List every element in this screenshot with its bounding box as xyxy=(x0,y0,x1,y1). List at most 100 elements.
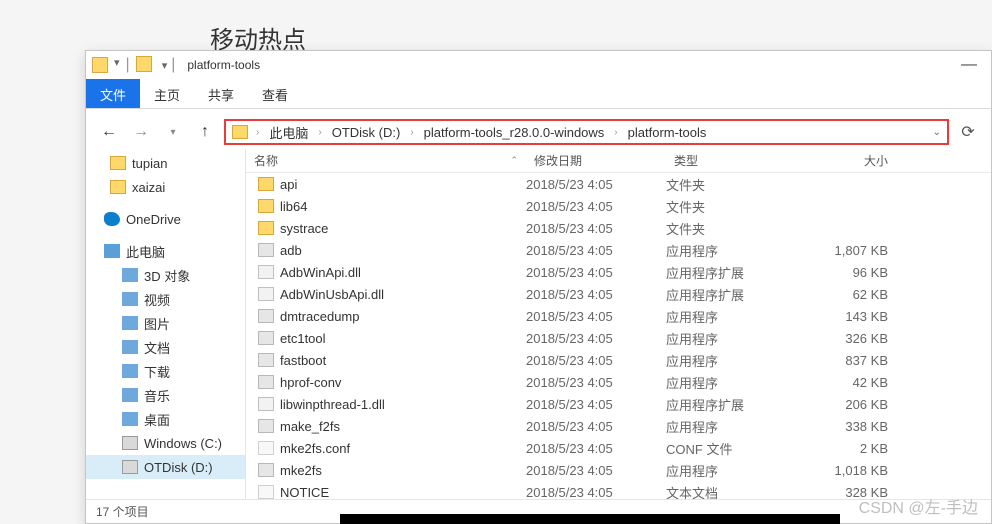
folder-icon xyxy=(110,156,126,170)
tab-file[interactable]: 文件 xyxy=(86,79,140,108)
up-button[interactable]: ↑ xyxy=(192,119,218,145)
crumb-this-pc[interactable]: 此电脑 xyxy=(263,123,314,142)
file-name: api xyxy=(280,177,297,192)
file-row[interactable]: AdbWinApi.dll2018/5/23 4:05应用程序扩展96 KB xyxy=(246,261,991,283)
crumb-folder[interactable]: platform-tools xyxy=(622,125,713,140)
tab-home[interactable]: 主页 xyxy=(140,79,194,108)
file-date: 2018/5/23 4:05 xyxy=(526,287,666,302)
sidebar-label: 此电脑 xyxy=(126,242,165,261)
file-name: dmtracedump xyxy=(280,309,359,324)
chevron-down-icon[interactable]: ⌄ xyxy=(933,127,941,138)
sidebar-label: 音乐 xyxy=(144,386,170,405)
col-modified[interactable]: 修改日期 xyxy=(526,152,666,169)
file-date: 2018/5/23 4:05 xyxy=(526,199,666,214)
file-row[interactable]: lib642018/5/23 4:05文件夹 xyxy=(246,195,991,217)
sidebar-item-this-pc[interactable]: 此电脑 xyxy=(86,239,245,263)
breadcrumb[interactable]: › 此电脑 › OTDisk (D:) › platform-tools_r28… xyxy=(224,119,949,145)
chevron-right-icon[interactable]: › xyxy=(254,127,261,138)
file-row[interactable]: systrace2018/5/23 4:05文件夹 xyxy=(246,217,991,239)
file-row[interactable]: fastboot2018/5/23 4:05应用程序837 KB xyxy=(246,349,991,371)
sidebar: tupian xaizai OneDrive 此电脑 3D 对象 视频 图片 文… xyxy=(86,149,246,499)
sidebar-item-otdisk[interactable]: OTDisk (D:) xyxy=(86,455,245,479)
sidebar-label: 桌面 xyxy=(144,410,170,429)
folder-icon xyxy=(92,57,108,73)
drive-icon xyxy=(122,460,138,474)
chevron-right-icon[interactable]: › xyxy=(612,127,619,138)
refresh-button[interactable]: ⟳ xyxy=(955,119,981,145)
sort-indicator: ⌃ xyxy=(510,155,518,166)
file-date: 2018/5/23 4:05 xyxy=(526,177,666,192)
tab-share[interactable]: 共享 xyxy=(194,79,248,108)
file-row[interactable]: adb2018/5/23 4:05应用程序1,807 KB xyxy=(246,239,991,261)
file-row[interactable]: api2018/5/23 4:05文件夹 xyxy=(246,173,991,195)
file-row[interactable]: hprof-conv2018/5/23 4:05应用程序42 KB xyxy=(246,371,991,393)
file-date: 2018/5/23 4:05 xyxy=(526,485,666,500)
qat-icon[interactable]: ▾ xyxy=(114,56,120,74)
sidebar-item-windows-c[interactable]: Windows (C:) xyxy=(86,431,245,455)
3d-icon xyxy=(122,268,138,282)
watermark: CSDN @左-手边 xyxy=(859,494,978,518)
file-size: 96 KB xyxy=(796,265,896,280)
txt-icon xyxy=(258,485,274,499)
col-name[interactable]: 名称⌃ xyxy=(246,152,526,169)
sidebar-item-xaizai[interactable]: xaizai xyxy=(86,175,245,199)
explorer-window: ▾ | ▾ | platform-tools — 文件 主页 共享 查看 ← →… xyxy=(85,50,992,524)
file-name: etc1tool xyxy=(280,331,326,346)
sidebar-item-onedrive[interactable]: OneDrive xyxy=(86,207,245,231)
sidebar-item-music[interactable]: 音乐 xyxy=(86,383,245,407)
chevron-right-icon[interactable]: › xyxy=(408,127,415,138)
file-name: NOTICE xyxy=(280,485,329,500)
sidebar-item-tupian[interactable]: tupian xyxy=(86,151,245,175)
file-row[interactable]: mke2fs2018/5/23 4:05应用程序1,018 KB xyxy=(246,459,991,481)
txt-icon xyxy=(258,441,274,455)
file-row[interactable]: mke2fs.conf2018/5/23 4:05CONF 文件2 KB xyxy=(246,437,991,459)
file-row[interactable]: AdbWinUsbApi.dll2018/5/23 4:05应用程序扩展62 K… xyxy=(246,283,991,305)
file-type: 应用程序 xyxy=(666,329,796,348)
sidebar-label: OneDrive xyxy=(126,212,181,227)
file-size: 42 KB xyxy=(796,375,896,390)
file-name: AdbWinUsbApi.dll xyxy=(280,287,384,302)
pictures-icon xyxy=(122,316,138,330)
file-row[interactable]: dmtracedump2018/5/23 4:05应用程序143 KB xyxy=(246,305,991,327)
file-name: mke2fs.conf xyxy=(280,441,350,456)
sidebar-item-downloads[interactable]: 下载 xyxy=(86,359,245,383)
folder-icon xyxy=(232,125,248,139)
file-date: 2018/5/23 4:05 xyxy=(526,221,666,236)
folder-icon xyxy=(110,180,126,194)
col-size[interactable]: 大小 xyxy=(796,152,896,169)
file-date: 2018/5/23 4:05 xyxy=(526,463,666,478)
file-size: 326 KB xyxy=(796,331,896,346)
chevron-right-icon[interactable]: › xyxy=(316,127,323,138)
body: tupian xaizai OneDrive 此电脑 3D 对象 视频 图片 文… xyxy=(86,149,991,499)
sidebar-item-3d[interactable]: 3D 对象 xyxy=(86,263,245,287)
separator: | xyxy=(126,56,130,74)
file-type: 应用程序 xyxy=(666,351,796,370)
sidebar-label: OTDisk (D:) xyxy=(144,460,213,475)
col-type[interactable]: 类型 xyxy=(666,152,796,169)
file-size: 338 KB xyxy=(796,419,896,434)
sidebar-item-documents[interactable]: 文档 xyxy=(86,335,245,359)
sidebar-label: xaizai xyxy=(132,180,165,195)
tab-view[interactable]: 查看 xyxy=(248,79,302,108)
back-button[interactable]: ← xyxy=(96,119,122,145)
file-row[interactable]: libwinpthread-1.dll2018/5/23 4:05应用程序扩展2… xyxy=(246,393,991,415)
sidebar-item-desktop[interactable]: 桌面 xyxy=(86,407,245,431)
file-type: 应用程序扩展 xyxy=(666,263,796,282)
recent-dropdown[interactable]: ▾ xyxy=(160,119,186,145)
file-type: 应用程序扩展 xyxy=(666,395,796,414)
forward-button[interactable]: → xyxy=(128,119,154,145)
file-row[interactable]: etc1tool2018/5/23 4:05应用程序326 KB xyxy=(246,327,991,349)
sidebar-item-video[interactable]: 视频 xyxy=(86,287,245,311)
file-size: 2 KB xyxy=(796,441,896,456)
folder-icon[interactable] xyxy=(136,56,152,72)
file-name: AdbWinApi.dll xyxy=(280,265,361,280)
minimize-button[interactable]: — xyxy=(953,56,985,74)
file-row[interactable]: make_f2fs2018/5/23 4:05应用程序338 KB xyxy=(246,415,991,437)
file-size: 62 KB xyxy=(796,287,896,302)
quick-access-toolbar: ▾ | xyxy=(114,56,158,74)
title-overflow[interactable]: ▾ xyxy=(162,59,168,72)
crumb-drive[interactable]: OTDisk (D:) xyxy=(326,125,407,140)
crumb-folder[interactable]: platform-tools_r28.0.0-windows xyxy=(418,125,611,140)
file-type: 应用程序 xyxy=(666,461,796,480)
sidebar-item-pictures[interactable]: 图片 xyxy=(86,311,245,335)
